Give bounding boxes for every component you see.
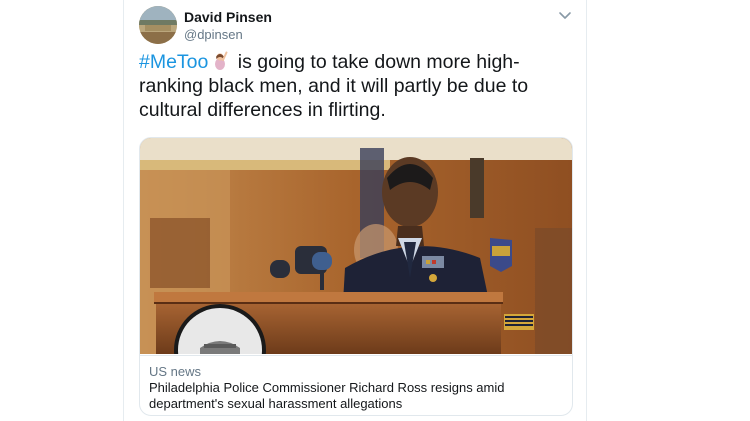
card-title[interactable]: Philadelphia Police Commissioner Richard… — [149, 380, 564, 412]
author-name[interactable]: David Pinsen — [184, 9, 272, 25]
link-card[interactable]: US news Philadelphia Police Commissioner… — [139, 137, 573, 416]
tweet-text: #MeToo is going to take down more high-r… — [139, 50, 579, 122]
woman-raising-hand-icon — [210, 50, 230, 70]
card-body: US news Philadelphia Police Commissioner… — [140, 355, 572, 415]
author-avatar[interactable] — [139, 6, 177, 44]
card-image — [140, 138, 572, 354]
chevron-down-icon[interactable] — [557, 7, 573, 23]
author-handle[interactable]: @dpinsen — [184, 27, 243, 42]
tweet: David Pinsen @dpinsen #MeToo is going to… — [123, 0, 587, 421]
card-domain: US news — [149, 364, 202, 379]
hashtag-link[interactable]: #MeToo — [139, 51, 208, 73]
